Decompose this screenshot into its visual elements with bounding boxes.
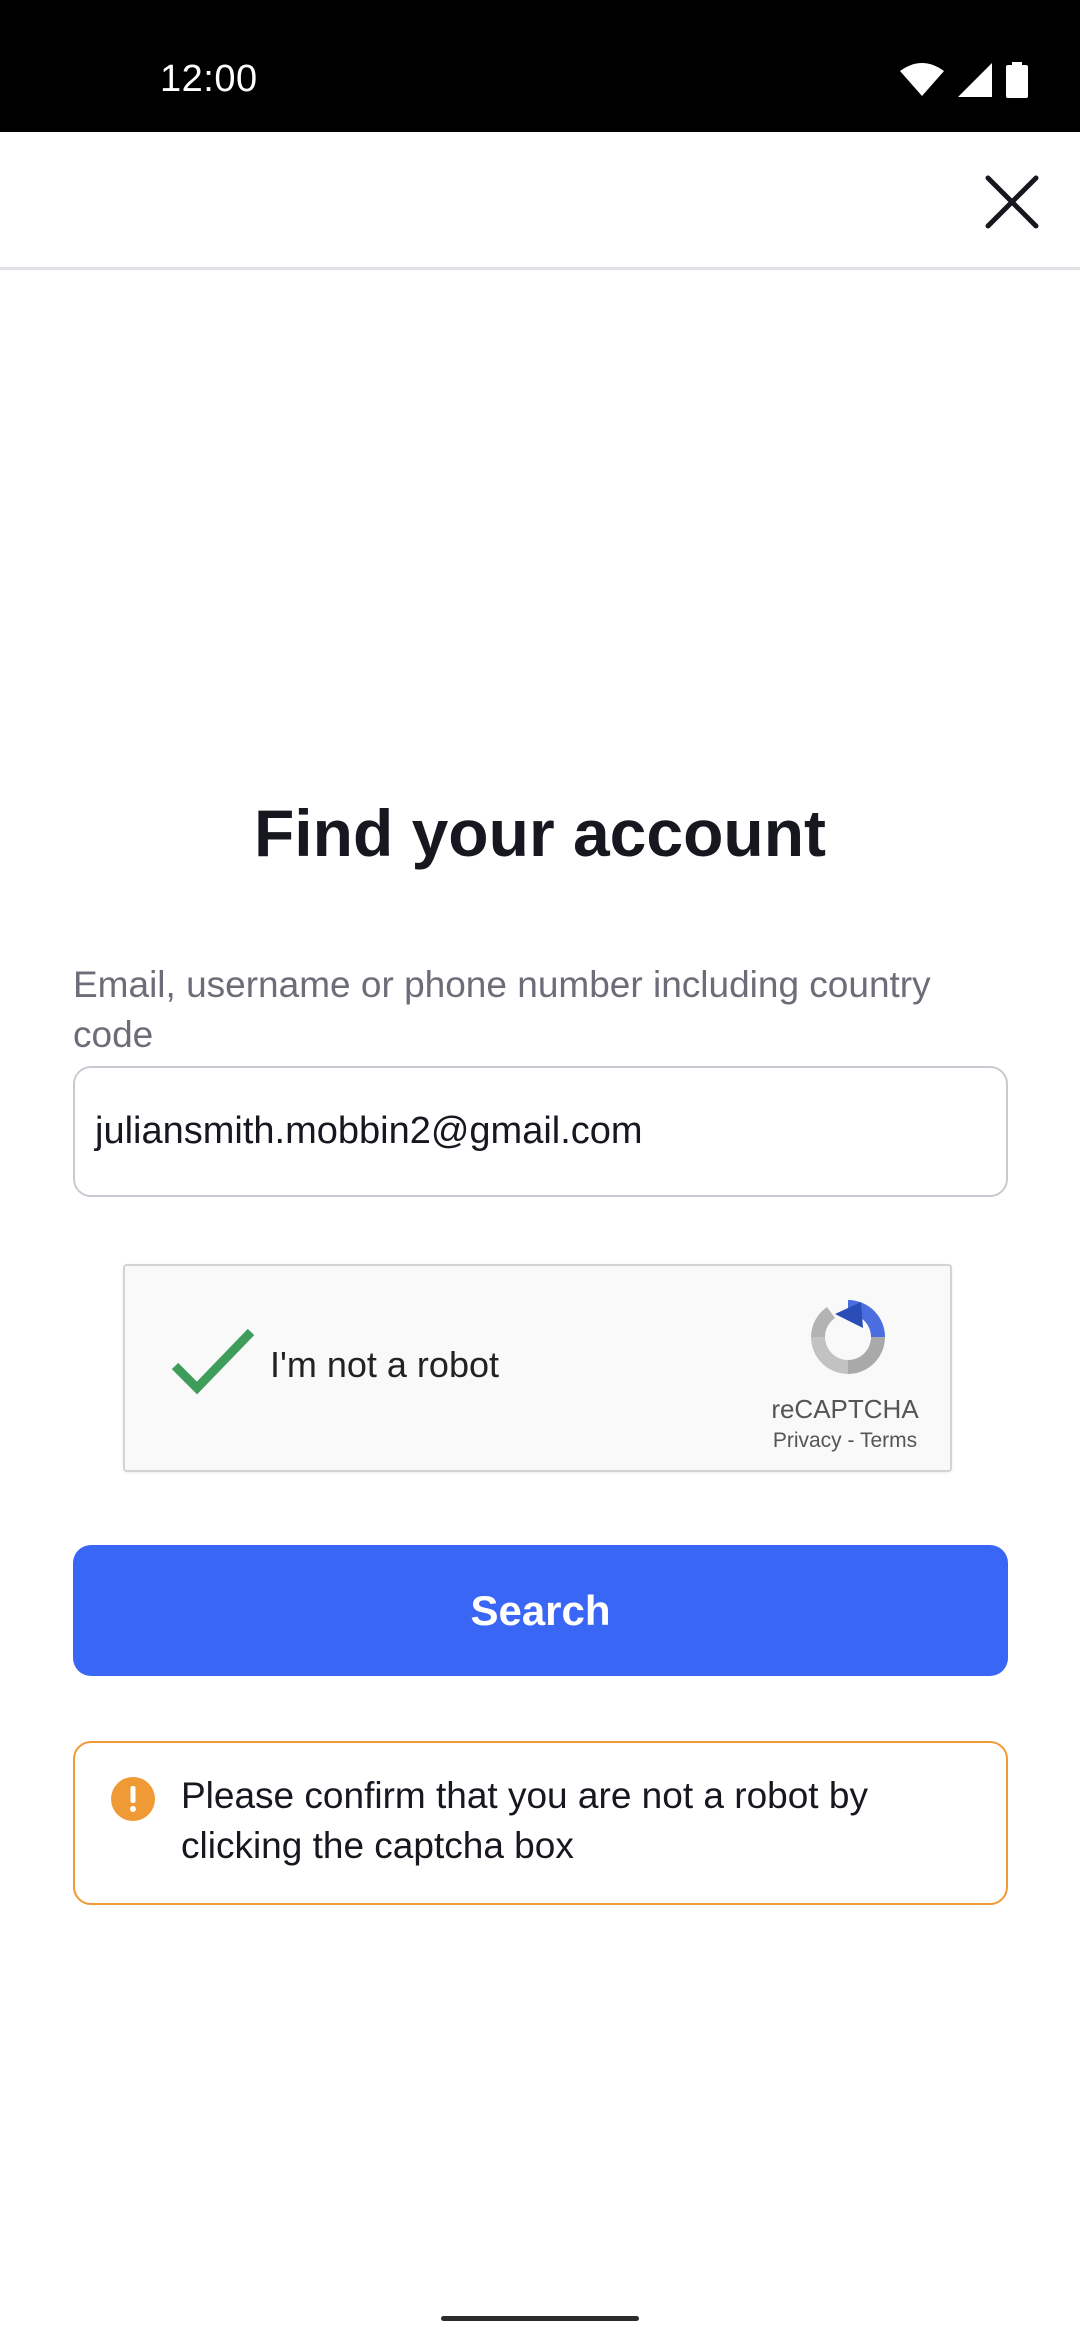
- alert-message: Please confirm that you are not a robot …: [181, 1775, 868, 1866]
- top-bar: [0, 132, 1080, 270]
- links-separator: -: [847, 1429, 855, 1452]
- status-icons: [900, 62, 1028, 98]
- recaptcha-widget: I'm not a robot reCAPTCHA Privacy - Term…: [123, 1264, 952, 1472]
- recaptcha-logo-icon: [811, 1300, 885, 1374]
- terms-link[interactable]: Terms: [860, 1429, 917, 1452]
- search-button-label: Search: [470, 1586, 611, 1634]
- close-icon: [985, 175, 1039, 229]
- close-button[interactable]: [972, 162, 1052, 242]
- field-label: Email, username or phone number includin…: [73, 964, 931, 1055]
- exclamation-circle-icon: [111, 1777, 155, 1821]
- captcha-brand: reCAPTCHA: [771, 1394, 919, 1424]
- signal-icon: [958, 63, 992, 97]
- privacy-link[interactable]: Privacy: [773, 1429, 842, 1452]
- status-bar: 12:00: [0, 0, 1080, 132]
- page-title: Find your account: [253, 796, 827, 870]
- home-indicator[interactable]: [441, 2316, 639, 2321]
- search-button[interactable]: Search: [73, 1545, 1008, 1676]
- checkmark-icon[interactable]: [171, 1326, 255, 1396]
- account-input[interactable]: juliansmith.mobbin2@gmail.com: [73, 1066, 1008, 1197]
- captcha-links: Privacy - Terms: [745, 1429, 945, 1453]
- status-time: 12:00: [160, 58, 258, 100]
- wifi-icon: [900, 63, 944, 96]
- account-input-value: juliansmith.mobbin2@gmail.com: [95, 1110, 643, 1152]
- captcha-label: I'm not a robot: [270, 1344, 499, 1385]
- captcha-warning-alert: Please confirm that you are not a robot …: [73, 1741, 1008, 1905]
- battery-icon: [1006, 62, 1028, 98]
